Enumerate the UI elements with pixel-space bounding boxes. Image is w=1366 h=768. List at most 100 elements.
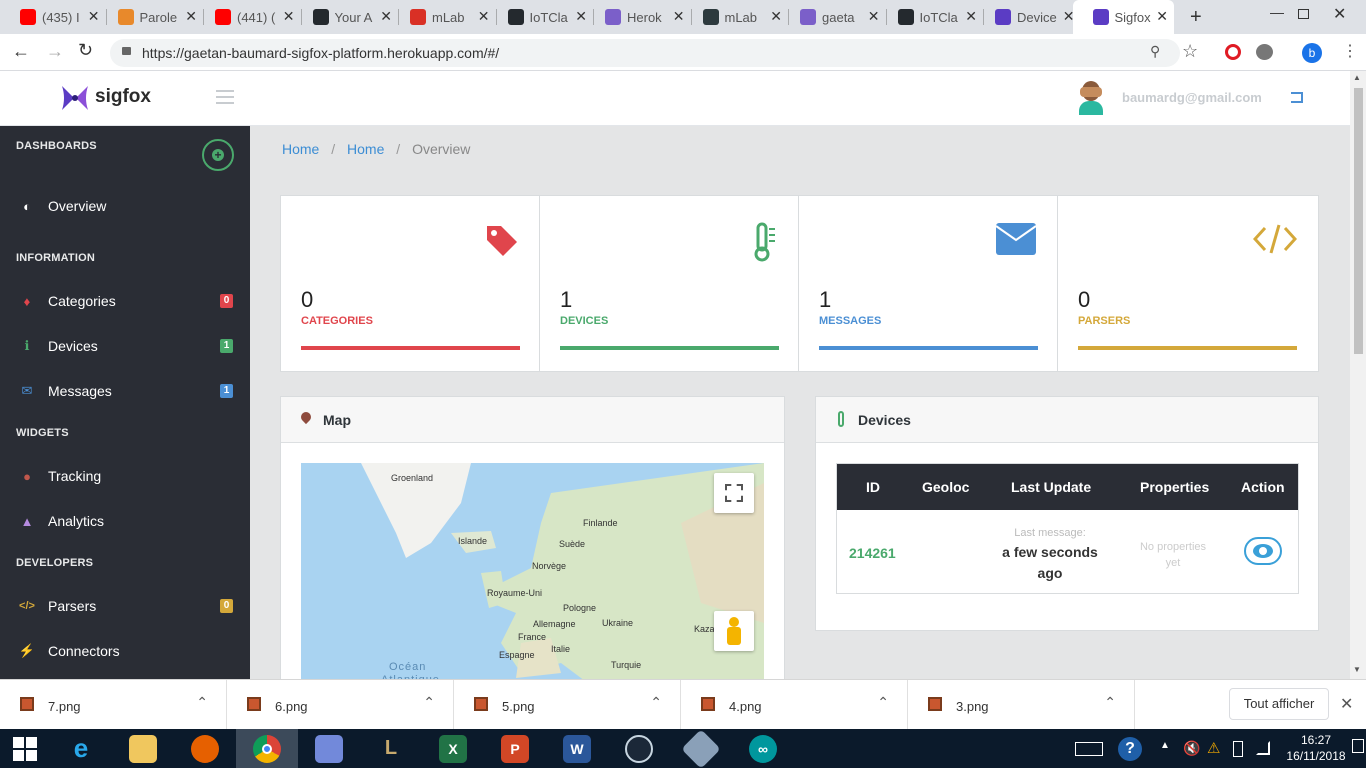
sidebar-item-messages[interactable]: ✉ Messages 1 (0, 371, 250, 411)
close-tab-icon[interactable]: ✕ (283, 8, 295, 25)
hamburger-menu-icon[interactable] (216, 90, 234, 104)
clock-time[interactable]: 16:27 (1290, 733, 1342, 747)
browser-tab[interactable]: Herok ✕ (593, 0, 691, 34)
browser-tab[interactable]: (441) (✕ (203, 0, 301, 34)
chevron-up-icon[interactable]: ⌃ (877, 694, 889, 711)
add-dashboard-button[interactable]: + (202, 139, 234, 171)
map-view[interactable]: Groenland Finlande Islande Suède Norvège Roya… (301, 463, 764, 679)
chevron-up-icon[interactable]: ⌃ (196, 694, 208, 711)
back-icon[interactable]: ← (12, 41, 30, 62)
chevron-up-icon[interactable]: ⌃ (650, 694, 662, 711)
close-tab-icon[interactable]: ✕ (1156, 8, 1168, 25)
chevron-up-icon[interactable]: ⌃ (1104, 694, 1116, 711)
reload-icon[interactable]: ↻ (78, 40, 93, 61)
sidebar-item-connectors[interactable]: ⚡ Connectors (0, 631, 250, 671)
forward-icon[interactable]: → (46, 41, 64, 62)
column-header-id[interactable]: ID (866, 479, 880, 495)
taskbar-explorer[interactable] (112, 729, 174, 768)
browser-tab[interactable]: mLab ✕ (691, 0, 789, 34)
profile-avatar[interactable]: b (1302, 43, 1322, 63)
close-downloads-icon[interactable]: ✕ (1340, 694, 1353, 714)
browser-tab[interactable]: Your A ✕ (301, 0, 399, 34)
start-button[interactable] (0, 729, 50, 768)
chevron-up-icon[interactable]: ⌃ (423, 694, 435, 711)
sidebar-item-tracking[interactable]: ● Tracking (0, 456, 250, 496)
page-scrollbar[interactable]: ▲ ▼ (1350, 71, 1366, 679)
keyboard-icon[interactable] (1075, 742, 1103, 756)
stat-card-devices[interactable]: 1 DEVICES (540, 196, 799, 371)
breadcrumb-home-2[interactable]: Home (347, 141, 384, 157)
close-window-button[interactable]: ✕ (1333, 4, 1346, 24)
taskbar-ie[interactable]: e (50, 729, 112, 768)
browser-tab[interactable]: mLab ✕ (398, 0, 496, 34)
user-avatar[interactable] (1076, 81, 1106, 115)
fullscreen-button[interactable] (714, 473, 754, 513)
column-header-geoloc[interactable]: Geoloc (922, 479, 969, 495)
download-item[interactable]: 6.png ⌃ (227, 680, 454, 730)
close-tab-icon[interactable]: ✕ (478, 8, 490, 25)
column-header-last-update[interactable]: Last Update (1011, 479, 1091, 495)
sidebar-item-parsers[interactable]: </> Parsers 0 (0, 586, 250, 626)
taskbar-chrome[interactable] (236, 729, 298, 768)
sidebar-item-devices[interactable]: ℹ Devices 1 (0, 326, 250, 366)
close-tab-icon[interactable]: ✕ (965, 8, 977, 25)
close-tab-icon[interactable]: ✕ (770, 8, 782, 25)
stat-card-parsers[interactable]: 0 PARSERS (1058, 196, 1317, 371)
close-tab-icon[interactable]: ✕ (185, 8, 197, 25)
taskbar-firefox[interactable] (174, 729, 236, 768)
sidebar-item-categories[interactable]: ♦ Categories 0 (0, 281, 250, 321)
notifications-icon[interactable] (1352, 739, 1364, 753)
new-tab-button[interactable]: + (1190, 6, 1202, 29)
extension-icon[interactable] (1256, 44, 1273, 60)
stat-card-messages[interactable]: 1 MESSAGES (799, 196, 1058, 371)
browser-tab[interactable]: Sigfox ✕ (1072, 0, 1174, 34)
browser-tab[interactable]: (435) I ✕ (8, 0, 106, 34)
address-bar[interactable]: https://gaetan-baumard-sigfox-platform.h… (110, 39, 1180, 67)
taskbar-word[interactable]: W (546, 729, 608, 768)
pegman-icon[interactable] (714, 611, 754, 651)
view-device-button[interactable] (1244, 537, 1282, 565)
notification-warning-icon[interactable]: ⚠ (1207, 739, 1220, 757)
maximize-button[interactable] (1298, 9, 1309, 19)
taskbar-gitkraken[interactable] (670, 728, 732, 768)
taskbar-discord[interactable] (298, 729, 360, 768)
column-header-action[interactable]: Action (1241, 479, 1285, 495)
bookmark-star-icon[interactable]: ☆ (1182, 41, 1198, 62)
download-item[interactable]: 4.png ⌃ (681, 680, 908, 730)
browser-tab[interactable]: Device ✕ (983, 0, 1081, 34)
close-tab-icon[interactable]: ✕ (575, 8, 587, 25)
device-id-link[interactable]: 214261 (849, 545, 896, 561)
taskbar-steam[interactable] (608, 729, 670, 768)
show-all-downloads-button[interactable]: Tout afficher (1229, 688, 1329, 720)
browser-tab[interactable]: Parole ✕ (106, 0, 204, 34)
sidebar-item-overview[interactable]: ◐ Overview (0, 186, 250, 226)
opera-icon[interactable] (1225, 44, 1241, 60)
browser-tab[interactable]: IoTCla ✕ (496, 0, 594, 34)
column-header-properties[interactable]: Properties (1140, 479, 1209, 495)
browser-menu-icon[interactable]: ⋮ (1342, 41, 1358, 61)
close-tab-icon[interactable]: ✕ (380, 8, 392, 25)
volume-muted-icon[interactable]: 🔇 (1183, 740, 1200, 757)
clock-date[interactable]: 16/11/2018 (1283, 749, 1349, 763)
stat-card-categories[interactable]: 0 CATEGORIES (281, 196, 540, 371)
download-item[interactable]: 5.png ⌃ (454, 680, 681, 730)
help-icon[interactable]: ? (1118, 737, 1142, 761)
tray-expand-icon[interactable]: ▲ (1160, 740, 1170, 751)
download-item[interactable]: 3.png ⌃ (908, 680, 1135, 730)
download-item[interactable]: 7.png ⌃ (0, 680, 227, 730)
close-tab-icon[interactable]: ✕ (868, 8, 880, 25)
minimize-button[interactable]: — (1270, 4, 1284, 20)
user-email[interactable]: baumardg@gmail.com (1122, 90, 1262, 105)
sidebar-item-analytics[interactable]: ▲ Analytics (0, 501, 250, 541)
browser-tab[interactable]: IoTCla ✕ (886, 0, 984, 34)
breadcrumb-home-1[interactable]: Home (282, 141, 319, 157)
key-icon[interactable]: ⚲ (1150, 43, 1160, 60)
close-tab-icon[interactable]: ✕ (88, 8, 100, 25)
taskbar-powerpoint[interactable]: P (484, 729, 546, 768)
logout-icon[interactable] (1291, 92, 1303, 103)
taskbar-excel[interactable]: X (422, 729, 484, 768)
taskbar-league[interactable]: L (360, 729, 422, 768)
close-tab-icon[interactable]: ✕ (673, 8, 685, 25)
taskbar-arduino[interactable]: ∞ (732, 729, 794, 768)
signal-icon[interactable] (1256, 741, 1270, 755)
